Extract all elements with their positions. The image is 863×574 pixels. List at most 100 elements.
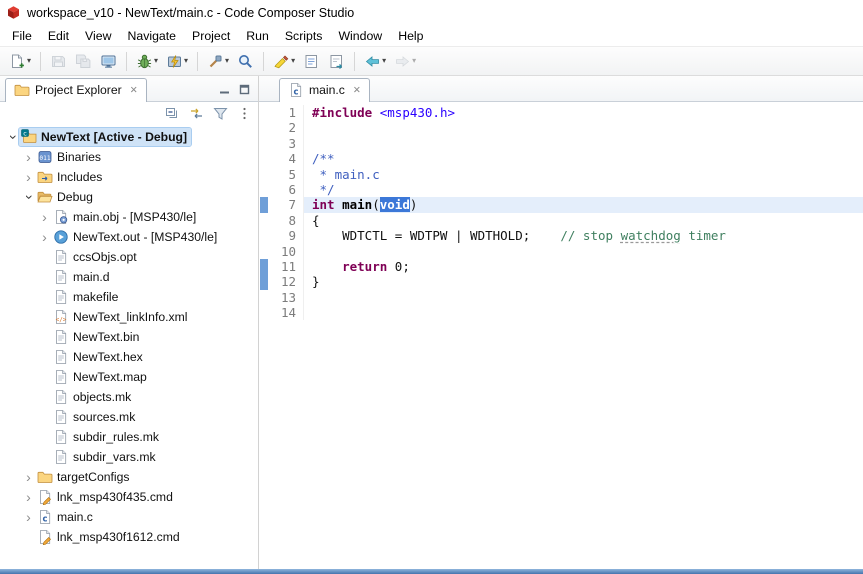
code-line-6[interactable]: 6 */ <box>259 181 863 198</box>
tree-item-label: Includes <box>57 170 103 184</box>
file-icon <box>53 349 69 365</box>
code-line-2[interactable]: 2 <box>259 120 863 136</box>
explorer-toolbar <box>0 102 258 124</box>
tree-item-subdir-rules-mk[interactable]: subdir_rules.mk <box>0 427 258 447</box>
tree-item-ccsobjs-opt[interactable]: ccsObjs.opt <box>0 247 258 267</box>
code-line-14[interactable]: 14 <box>259 305 863 321</box>
tree-item-content: makefile <box>51 288 122 306</box>
expander-closed-icon[interactable]: › <box>22 170 35 184</box>
back-dropdown-caret[interactable]: ▾ <box>382 57 386 65</box>
close-project-explorer-button[interactable]: ✕ <box>130 85 138 96</box>
code-text: } <box>303 274 863 290</box>
highlight-dropdown-caret[interactable]: ▾ <box>291 57 295 65</box>
code-line-13[interactable]: 13 <box>259 289 863 306</box>
expander-closed-icon[interactable]: › <box>22 490 35 504</box>
new-file-dropdown-caret[interactable]: ▾ <box>27 57 31 65</box>
tree-item-includes[interactable]: › Includes <box>0 167 258 187</box>
expander-closed-icon[interactable]: › <box>38 210 51 224</box>
menu-edit[interactable]: Edit <box>40 27 77 45</box>
code-line-7[interactable]: 7 int main(void) <box>259 197 863 213</box>
code-line-9[interactable]: 9 WDTCTL = WDTPW | WDTHOLD; // stop watc… <box>259 228 863 244</box>
menu-window[interactable]: Window <box>330 27 390 45</box>
tools-button[interactable]: ▾ <box>204 50 232 73</box>
tree-item-subdir-vars-mk[interactable]: subdir_vars.mk <box>0 447 258 467</box>
panel-buttons <box>218 83 258 101</box>
code-line-1[interactable]: 1 #include <msp430.h> <box>259 105 863 121</box>
highlight-button[interactable]: ▾ <box>270 50 298 73</box>
tree-item-newtext-map[interactable]: NewText.map <box>0 367 258 387</box>
code-line-11[interactable]: 11 return 0; <box>259 258 863 275</box>
tree-item-newtext-bin[interactable]: NewText.bin <box>0 327 258 347</box>
search-button[interactable] <box>234 50 257 73</box>
annotation-column <box>259 105 271 120</box>
tree-item-newtext-out-msp430-le[interactable]: › NewText.out - [MSP430/le] <box>0 227 258 247</box>
range-marker <box>260 258 268 275</box>
menu-scripts[interactable]: Scripts <box>277 27 331 45</box>
tree-item-content: ccsObjs.opt <box>51 248 141 266</box>
line-number: 13 <box>280 289 296 305</box>
code-editor[interactable]: 1 #include <msp430.h> 2 3 4/** 5 * main.c 6 */… <box>259 102 863 569</box>
tree-item-sources-mk[interactable]: sources.mk <box>0 407 258 427</box>
code-line-5[interactable]: 5 * main.c <box>259 166 863 182</box>
open-document-alt-button[interactable] <box>325 50 348 73</box>
menu-file[interactable]: File <box>4 27 40 45</box>
expander-closed-icon[interactable]: › <box>22 510 35 524</box>
tree-item-newtext-active-debug[interactable]: › c NewText [Active - Debug] <box>0 127 258 147</box>
cmd-file-icon <box>37 489 53 505</box>
tree-item-binaries[interactable]: › 011 Binaries <box>0 147 258 167</box>
view-menu-button[interactable] <box>237 106 252 121</box>
tools-dropdown-caret[interactable]: ▾ <box>225 57 229 65</box>
debug-button[interactable]: ▾ <box>133 50 161 73</box>
tree-item-newtext-linkinfo-xml[interactable]: </> NewText_linkInfo.xml <box>0 307 258 327</box>
flash-dropdown-caret[interactable]: ▾ <box>184 57 188 65</box>
filter-button[interactable] <box>213 106 228 121</box>
code-line-8[interactable]: 8{ <box>259 212 863 229</box>
maximize-panel-button[interactable] <box>238 83 251 96</box>
code-line-4[interactable]: 4 /** <box>259 151 863 167</box>
line-number: 4 <box>288 151 296 167</box>
code-line-12[interactable]: 12} <box>259 274 863 290</box>
expander-closed-icon[interactable]: › <box>22 470 35 484</box>
menu-help[interactable]: Help <box>390 27 431 45</box>
tree-item-lnk-msp430f435-cmd[interactable]: › lnk_msp430f435.cmd <box>0 487 258 507</box>
tree-item-debug[interactable]: › Debug <box>0 187 258 207</box>
window-bottom-edge <box>0 569 863 574</box>
back-button[interactable]: ▾ <box>361 50 389 73</box>
back-icon <box>364 53 381 70</box>
code-line-10[interactable]: 10 <box>259 243 863 259</box>
project-explorer-tab[interactable]: Project Explorer ✕ <box>5 78 147 102</box>
highlight-icon <box>273 53 290 70</box>
tree-item-main-c[interactable]: › c main.c <box>0 507 258 527</box>
expander-closed-icon[interactable]: › <box>38 230 51 244</box>
flash-button[interactable]: ▾ <box>163 50 191 73</box>
code-line-3[interactable]: 3 <box>259 135 863 152</box>
tree-item-targetconfigs[interactable]: › targetConfigs <box>0 467 258 487</box>
collapse-all-button[interactable] <box>165 106 180 121</box>
tree-item-makefile[interactable]: makefile <box>0 287 258 307</box>
tree-item-main-obj-msp430-le[interactable]: › main.obj - [MSP430/le] <box>0 207 258 227</box>
expander-open-icon[interactable]: › <box>6 131 22 144</box>
close-editor-tab-button[interactable]: ✕ <box>353 85 361 96</box>
file-icon <box>53 289 69 305</box>
expander-closed-icon[interactable]: › <box>22 150 35 164</box>
link-with-editor-button[interactable] <box>189 106 204 121</box>
menu-project[interactable]: Project <box>184 27 238 45</box>
new-file-button[interactable]: ▾ <box>6 50 34 73</box>
code-token: 0; <box>387 258 410 274</box>
open-document-button[interactable] <box>300 50 323 73</box>
toolbar-separator <box>126 51 128 71</box>
menu-navigate[interactable]: Navigate <box>119 27 184 45</box>
tree-item-objects-mk[interactable]: objects.mk <box>0 387 258 407</box>
cmd-file-icon <box>37 529 53 545</box>
tree-item-newtext-hex[interactable]: NewText.hex <box>0 347 258 367</box>
new-target-configuration-button[interactable] <box>97 50 120 73</box>
expander-open-icon[interactable]: › <box>22 191 38 204</box>
main-c-tab[interactable]: c main.c ✕ <box>279 78 370 102</box>
menu-run[interactable]: Run <box>238 27 277 45</box>
menu-view[interactable]: View <box>77 27 119 45</box>
debug-dropdown-caret[interactable]: ▾ <box>154 57 158 65</box>
code-token: // stop <box>560 228 621 244</box>
tree-item-main-d[interactable]: main.d <box>0 267 258 287</box>
minimize-panel-button[interactable] <box>218 83 231 96</box>
tree-item-lnk-msp430f1612-cmd[interactable]: lnk_msp430f1612.cmd <box>0 527 258 547</box>
